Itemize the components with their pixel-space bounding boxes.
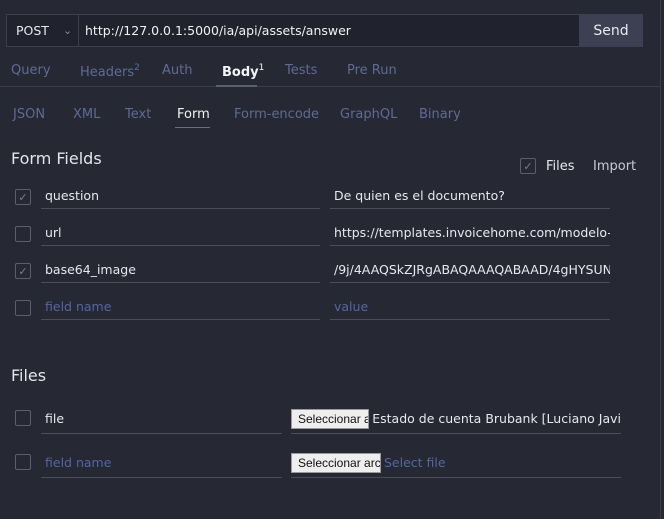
body-type-form-encode[interactable]: Form-encode	[234, 107, 319, 122]
field-name-input[interactable]: url	[41, 220, 320, 246]
row-checkbox[interactable]: ✓	[15, 263, 31, 279]
row-checkbox[interactable]	[15, 226, 31, 242]
field-value-input[interactable]: https://templates.invoicehome.com/modelo…	[330, 220, 610, 246]
file-input[interactable]: Seleccionar archivo Estado de cuenta Bru…	[291, 404, 621, 434]
tabs-divider	[0, 86, 660, 87]
form-fields-title: Form Fields	[11, 149, 102, 168]
tab-query[interactable]: Query	[11, 63, 51, 78]
url-input[interactable]: http://127.0.0.1:5000/ia/api/assets/answ…	[79, 15, 580, 46]
file-field-name-input[interactable]: file	[41, 404, 282, 434]
import-button[interactable]: Import	[593, 159, 636, 174]
selected-file-name: Estado de cuenta Brubank [Luciano Javi	[372, 411, 621, 426]
field-name-input[interactable]: question	[41, 183, 320, 209]
new-file-row-checkbox[interactable]	[15, 454, 31, 470]
body-type-text[interactable]: Text	[125, 107, 151, 122]
files-toggle-checkbox[interactable]: ✓	[520, 158, 536, 174]
tab-pre-run[interactable]: Pre Run	[347, 63, 397, 78]
body-type-json[interactable]: JSON	[13, 107, 45, 122]
new-file-field-name-input[interactable]: field name	[41, 448, 282, 478]
body-type-xml[interactable]: XML	[73, 107, 100, 122]
row-checkbox[interactable]: ✓	[15, 189, 31, 205]
chevron-down-icon: ⌄	[62, 24, 73, 37]
file-row-checkbox[interactable]	[15, 410, 31, 426]
body-type-binary[interactable]: Binary	[419, 107, 461, 122]
new-row-checkbox[interactable]	[15, 300, 31, 316]
choose-file-button[interactable]: Seleccionar archivo	[291, 452, 381, 473]
new-file-input[interactable]: Seleccionar archivo Select file	[291, 448, 621, 478]
field-value-input[interactable]: /9j/4AAQSkZJRgABAQAAAQABAAD/4gHYSUN	[330, 257, 610, 283]
tab-tests[interactable]: Tests	[285, 63, 317, 78]
tab-auth[interactable]: Auth	[162, 63, 192, 78]
active-body-type-indicator	[175, 127, 210, 128]
field-value-input[interactable]: De quien es el documento?	[330, 183, 610, 209]
body-type-form[interactable]: Form	[177, 107, 210, 122]
choose-file-button[interactable]: Seleccionar archivo	[291, 408, 370, 429]
request-bar: POST ⌄ http://127.0.0.1:5000/ia/api/asset…	[6, 14, 643, 47]
new-field-name-input[interactable]: field name	[41, 294, 320, 320]
files-toggle-label: Files	[546, 159, 575, 174]
active-tab-indicator	[216, 85, 257, 87]
tab-headers[interactable]: Headers2	[80, 63, 140, 80]
panel-border	[660, 0, 661, 519]
tab-body[interactable]: Body1	[222, 63, 264, 80]
body-type-graphql[interactable]: GraphQL	[340, 107, 397, 122]
method-select[interactable]: POST ⌄	[7, 15, 79, 46]
method-label: POST	[16, 23, 49, 38]
select-file-placeholder: Select file	[384, 455, 446, 470]
send-button[interactable]: Send	[579, 14, 643, 47]
new-field-value-input[interactable]: value	[330, 294, 610, 320]
field-name-input[interactable]: base64_image	[41, 257, 320, 283]
files-title: Files	[11, 366, 47, 385]
